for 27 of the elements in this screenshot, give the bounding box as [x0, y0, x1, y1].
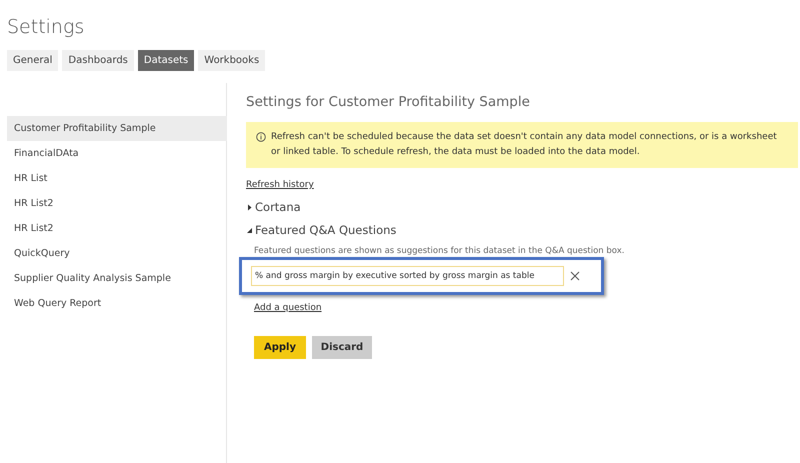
section-toggle[interactable]: Featured Q&A Questions — [246, 223, 396, 237]
add-question-link[interactable]: Add a question — [254, 303, 322, 313]
section-toggle[interactable]: Cortana — [246, 200, 301, 214]
expand-triangle-icon — [246, 204, 253, 210]
dataset-item[interactable]: HR List — [7, 166, 227, 191]
settings-heading: Settings for Customer Profitability Sample — [246, 94, 531, 110]
info-icon — [256, 132, 266, 142]
dataset-item[interactable]: Supplier Quality Analysis Sample — [7, 266, 227, 291]
refresh-history-link[interactable]: Refresh history — [246, 180, 314, 190]
close-icon[interactable] — [570, 271, 580, 281]
collapse-triangle-icon — [246, 226, 253, 234]
apply-button[interactable]: Apply — [254, 336, 306, 359]
warning-text: Refresh can't be scheduled because the data set doesn't contain any data model connections, or is a worksheet or linked table. To schedule refresh, the data must be loaded into the data model. — [271, 131, 778, 159]
qa-description: Featured questions are shown as suggestions for this dataset in the Q&A question box. — [254, 246, 626, 256]
tab[interactable]: Workbooks — [198, 50, 266, 71]
discard-button[interactable]: Discard — [312, 336, 372, 359]
dataset-item[interactable]: Web Query Report — [7, 291, 227, 316]
dataset-item[interactable]: Customer Profitability Sample — [7, 116, 227, 141]
dataset-item[interactable]: QuickQuery — [7, 241, 227, 266]
question-field[interactable]: % and gross margin by executive sorted by gross margin as table — [251, 266, 564, 286]
tab[interactable]: Dashboards — [62, 50, 134, 71]
dataset-item[interactable]: HR List2 — [7, 191, 227, 216]
dataset-item[interactable]: HR List2 — [7, 216, 227, 241]
dataset-item[interactable]: FinancialDAta — [7, 141, 227, 166]
tab[interactable]: General — [7, 50, 58, 71]
tab[interactable]: Datasets — [138, 50, 194, 71]
page-title: Settings — [7, 16, 86, 38]
